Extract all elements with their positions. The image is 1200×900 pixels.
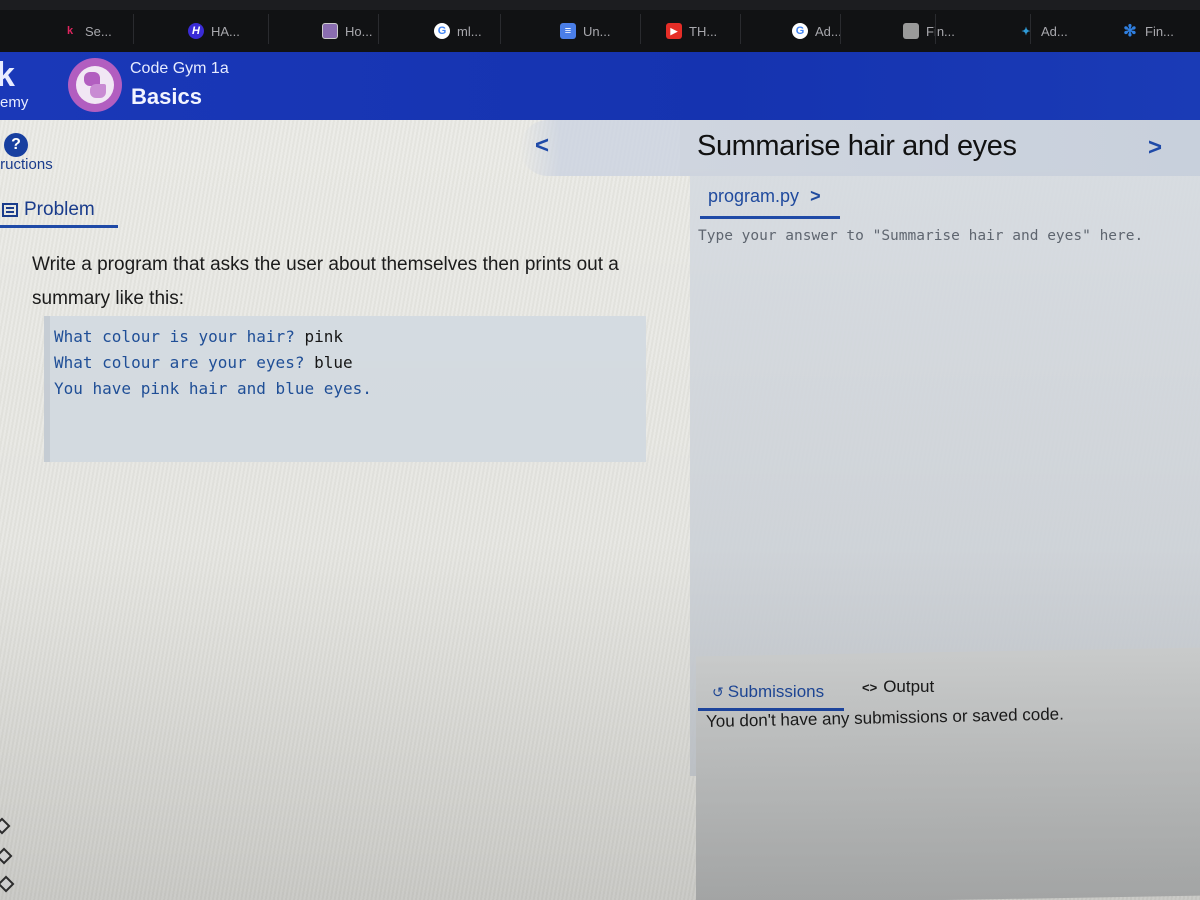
example-line: What colour are your eyes? blue (54, 353, 353, 372)
output-tab[interactable]: <> Output (862, 677, 934, 697)
progress-step-icon[interactable] (0, 817, 11, 835)
bookmark-divider (840, 14, 841, 44)
python-course-badge-icon (68, 58, 122, 112)
bookmark-4[interactable]: G ml... (434, 20, 482, 42)
problem-tab[interactable]: Problem (0, 194, 118, 228)
bookmark-divider (935, 14, 936, 44)
image-thumbnail-icon (903, 23, 919, 39)
bookmark-1[interactable]: k Se... (62, 20, 112, 42)
bookmark-7[interactable]: G Ad... (792, 20, 842, 42)
google-icon: G (434, 23, 450, 39)
h-logo-icon: H (188, 23, 204, 39)
progress-track (0, 720, 26, 900)
file-tab-program-py[interactable]: program.py > (708, 186, 821, 207)
bookmark-5[interactable]: ≡ Un... (560, 20, 610, 42)
bookmark-divider (378, 14, 379, 44)
bookmark-divider (133, 14, 134, 44)
youtube-icon: ▶ (666, 23, 682, 39)
browser-tab-strip (0, 0, 1200, 10)
bookmark-10[interactable]: ✻ Fin... (1122, 20, 1174, 42)
active-tab-indicator (700, 216, 840, 219)
bookmark-divider (268, 14, 269, 44)
example-output-box: What colour is your hair? pink What colo… (44, 316, 646, 462)
site-logo-text: emy (0, 94, 29, 111)
bookmark-divider (500, 14, 501, 44)
help-icon[interactable]: ? (4, 133, 28, 157)
bookmark-8[interactable]: Fin... (903, 20, 955, 42)
task-title: Summarise hair and eyes (697, 130, 1017, 162)
course-subtitle: Code Gym 1a (130, 60, 229, 77)
main-content: ? tructions Problem < Summarise hair and… (0, 120, 1200, 900)
submissions-tab[interactable]: ↺ Submissions (712, 682, 824, 702)
code-brackets-icon: <> (862, 679, 878, 695)
example-line: You have pink hair and blue eyes. (54, 379, 372, 398)
bookmark-9[interactable]: ✦ Ad... (1018, 20, 1067, 42)
bookmark-divider (740, 14, 741, 44)
app-header: k emy Code Gym 1a Basics (0, 52, 1200, 120)
progress-step-icon[interactable] (0, 847, 13, 865)
site-logo[interactable]: k (0, 56, 15, 95)
kodekademy-icon: k (66, 25, 74, 37)
progress-step-icon[interactable] (0, 875, 15, 893)
bookmark-2[interactable]: H HA... (188, 20, 240, 42)
next-task-button[interactable]: > (1148, 134, 1162, 162)
course-title: Basics (131, 84, 202, 109)
google-docs-icon: ≡ (560, 23, 576, 39)
bookmark-divider (640, 14, 641, 44)
bookmark-divider (1030, 14, 1031, 44)
chevron-right-icon: > (810, 186, 821, 206)
prev-task-button[interactable]: < (535, 132, 549, 160)
image-thumbnail-icon (322, 23, 338, 39)
sparkle-icon: ✦ (1021, 25, 1031, 38)
code-editor-placeholder: Type your answer to "Summarise hair and … (698, 228, 1144, 244)
problem-description: Write a program that asks the user about… (32, 254, 619, 309)
bookmark-6[interactable]: ▶ TH... (666, 20, 717, 42)
problem-tab-label: Problem (24, 198, 95, 220)
browser-bookmarks-bar: k Se... H HA... Ho... G ml... ≡ Un... ▶ … (0, 0, 1200, 52)
history-icon: ↺ (712, 683, 724, 700)
google-icon: G (792, 23, 808, 39)
asterisk-icon: ✻ (1123, 23, 1137, 40)
instructions-tab[interactable]: tructions (0, 156, 53, 173)
example-line: What colour is your hair? pink (54, 327, 343, 346)
document-icon (2, 202, 18, 217)
bookmark-3[interactable]: Ho... (322, 20, 372, 42)
